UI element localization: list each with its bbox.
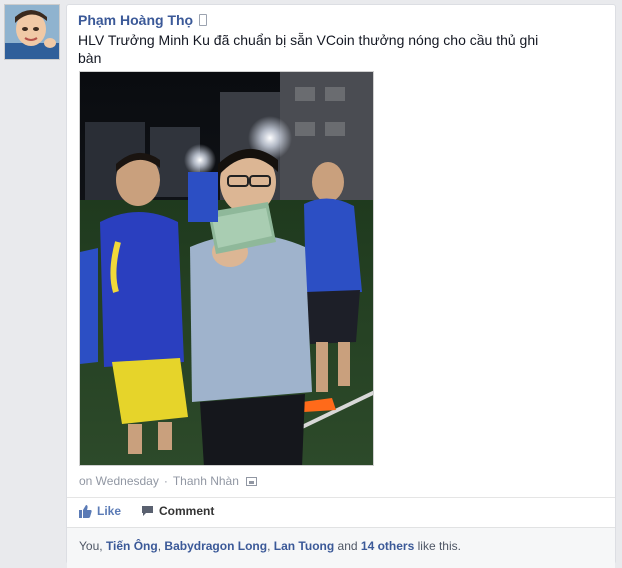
post-timestamp[interactable]: on Wednesday [79,474,159,488]
post-message: HLV Trưởng Minh Ku đã chuẩn bị sẵn VCoin… [78,32,539,66]
photo-image [80,72,373,465]
album-link[interactable]: Thanh Nhàn [173,474,239,488]
author-name-link[interactable]: Phạm Hoàng Thọ [78,12,193,28]
like-label: Like [97,504,122,518]
post-photo[interactable] [79,71,374,466]
post-card: Phạm Hoàng Thọ HLV Trưởng Minh Ku đã chu… [66,4,616,568]
likes-summary: You, Tiến Ông, Babydragon Long, Lan Tuon… [67,527,615,568]
post-author: Phạm Hoàng Thọ [78,12,208,28]
profile-avatar[interactable] [4,4,60,60]
post-meta: on Wednesday · Thanh Nhàn [79,474,257,488]
comment-button[interactable]: Comment [141,504,214,518]
comment-bubble-icon [142,506,154,516]
divider [67,497,615,498]
action-bar: Like Comment [79,504,234,518]
photo-album-icon [245,476,257,486]
avatar-photo [5,5,59,59]
like-button[interactable]: Like [79,504,121,518]
thumbs-up-icon [79,504,92,518]
mobile-device-icon [199,14,208,26]
comment-label: Comment [159,504,215,518]
meta-separator: · [163,474,168,488]
